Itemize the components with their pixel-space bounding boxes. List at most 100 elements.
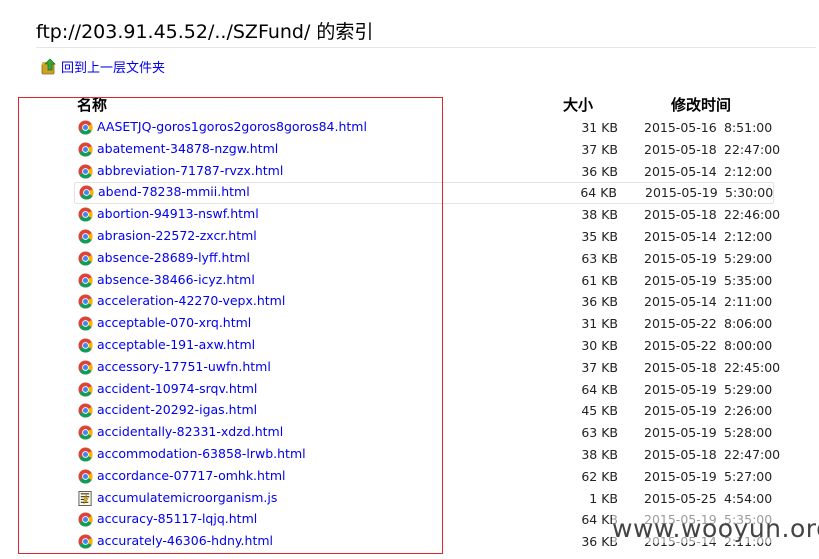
chrome-html-icon: [79, 185, 94, 200]
file-date: 2015-05-18: [644, 207, 717, 223]
file-time: 2:26:00: [724, 403, 773, 419]
file-row[interactable]: accident-20292-igas.html 45 KB 2015-05-19 2…: [0, 400, 819, 422]
file-link[interactable]: abrasion-22572-zxcr.html: [97, 228, 257, 243]
file-link[interactable]: acceptable-070-xrq.html: [97, 315, 251, 330]
file-row[interactable]: acceptable-070-xrq.html 31 KB 2015-05-22 8:…: [0, 313, 819, 335]
file-time: 5:29:00: [724, 381, 773, 397]
file-time: 5:29:00: [724, 250, 773, 266]
file-time: 22:47:00: [724, 446, 781, 462]
file-row[interactable]: abend-78238-mmii.html 64 KB 2015-05-19 5:30…: [74, 182, 774, 205]
page-title: ftp://203.91.45.52/../SZFund/ 的索引: [36, 19, 816, 48]
file-date: 2015-05-19: [644, 250, 717, 266]
file-time: 5:35:00: [724, 272, 773, 288]
file-date: 2015-05-14: [644, 228, 717, 244]
file-size: 37 KB: [581, 359, 618, 375]
file-date: 2015-05-18: [644, 359, 717, 375]
file-time: 8:06:00: [724, 316, 773, 332]
file-link[interactable]: accordance-07717-omhk.html: [97, 468, 286, 483]
file-time: 2:12:00: [724, 163, 773, 179]
file-size: 63 KB: [581, 250, 618, 266]
file-row[interactable]: abbreviation-71787-rvzx.html 36 KB 2015-05…: [0, 161, 819, 183]
file-link[interactable]: accurately-46306-hdny.html: [97, 533, 273, 548]
file-row[interactable]: accordance-07717-omhk.html 62 KB 2015-05-1…: [0, 466, 819, 488]
file-size: 64 KB: [580, 185, 617, 201]
file-row[interactable]: absence-28689-lyff.html 63 KB 2015-05-19 5:…: [0, 248, 819, 270]
file-link[interactable]: accommodation-63858-lrwb.html: [97, 446, 306, 461]
chrome-html-icon: [78, 207, 93, 222]
column-header-name[interactable]: 名称: [77, 94, 107, 115]
file-link[interactable]: absence-28689-lyff.html: [97, 250, 250, 265]
chrome-html-icon: [78, 382, 93, 397]
file-date: 2015-05-22: [644, 316, 717, 332]
parent-folder-label: 回到上一层文件夹: [61, 60, 166, 76]
file-size: 38 KB: [581, 207, 618, 223]
file-row[interactable]: abortion-94913-nswf.html 38 KB 2015-05-18 2…: [0, 204, 819, 226]
file-link[interactable]: abortion-94913-nswf.html: [97, 206, 259, 221]
file-date: 2015-05-25: [644, 490, 717, 506]
file-link[interactable]: absence-38466-icyz.html: [97, 272, 255, 287]
file-time: 22:46:00: [724, 207, 781, 223]
file-size: 1 KB: [589, 490, 618, 506]
file-size: 61 KB: [581, 272, 618, 288]
file-link[interactable]: abatement-34878-nzgw.html: [97, 141, 278, 156]
column-header-modified[interactable]: 修改时间: [671, 94, 731, 115]
file-row[interactable]: AASETJQ-goros1goros2goros8goros84.html 31…: [0, 117, 819, 139]
file-time: 8:51:00: [724, 120, 773, 135]
file-time: 8:00:00: [724, 337, 773, 353]
chrome-html-icon: [78, 534, 93, 549]
chrome-html-icon: [78, 469, 93, 484]
file-date: 2015-05-19: [644, 272, 717, 288]
chrome-html-icon: [78, 316, 93, 331]
chrome-html-icon: [78, 142, 93, 157]
chrome-html-icon: [78, 360, 93, 375]
file-date: 2015-05-14: [644, 294, 717, 310]
file-date: 2015-05-19: [644, 425, 717, 441]
file-row[interactable]: acceleration-42270-vepx.html 36 KB 2015-05…: [0, 291, 819, 313]
file-link[interactable]: acceleration-42270-vepx.html: [97, 293, 285, 308]
chrome-html-icon: [78, 294, 93, 309]
file-link[interactable]: abend-78238-mmii.html: [98, 184, 250, 199]
file-link[interactable]: accuracy-85117-lqjq.html: [97, 511, 257, 526]
file-size: 38 KB: [581, 446, 618, 462]
file-date: 2015-05-22: [644, 337, 717, 353]
file-size: 31 KB: [581, 120, 618, 135]
file-size: 30 KB: [581, 337, 618, 353]
file-link[interactable]: accessory-17751-uwfn.html: [97, 359, 271, 374]
up-folder-icon: [41, 58, 56, 74]
file-row[interactable]: accidentally-82331-xdzd.html 63 KB 2015-05…: [0, 422, 819, 444]
file-link[interactable]: accident-20292-igas.html: [97, 402, 257, 417]
file-size: 63 KB: [581, 425, 618, 441]
file-size: 62 KB: [581, 468, 618, 484]
chrome-html-icon: [78, 251, 93, 266]
file-time: 5:27:00: [724, 468, 773, 484]
chrome-html-icon: [78, 512, 93, 527]
file-row[interactable]: abrasion-22572-zxcr.html 35 KB 2015-05-14 2…: [0, 226, 819, 248]
file-link[interactable]: accidentally-82331-xdzd.html: [97, 424, 283, 439]
file-link[interactable]: accumulatemicroorganism.js: [97, 490, 277, 505]
file-link[interactable]: accident-10974-srqv.html: [97, 381, 257, 396]
file-date: 2015-05-19: [644, 403, 717, 419]
script-file-icon: [78, 490, 93, 506]
chrome-html-icon: [78, 403, 93, 418]
file-row[interactable]: acceptable-191-axw.html 30 KB 2015-05-22 8:…: [0, 335, 819, 357]
file-size: 37 KB: [581, 141, 618, 157]
file-link[interactable]: abbreviation-71787-rvzx.html: [97, 163, 283, 178]
file-time: 2:11:00: [724, 294, 773, 310]
chrome-html-icon: [78, 273, 93, 288]
file-row[interactable]: abatement-34878-nzgw.html 37 KB 2015-05-18…: [0, 139, 819, 161]
file-row[interactable]: accessory-17751-uwfn.html 37 KB 2015-05-18…: [0, 357, 819, 379]
column-header-size[interactable]: 大小: [563, 94, 593, 115]
parent-folder-link[interactable]: 回到上一层文件夹: [41, 56, 165, 76]
file-time: 5:30:00: [725, 185, 774, 201]
chrome-html-icon: [78, 425, 93, 440]
file-row[interactable]: absence-38466-icyz.html 61 KB 2015-05-19 5:…: [0, 270, 819, 292]
file-row[interactable]: accommodation-63858-lrwb.html 38 KB 2015-0…: [0, 444, 819, 466]
watermark: www.wooyun.org: [612, 514, 819, 543]
chrome-html-icon: [78, 447, 93, 462]
file-link[interactable]: AASETJQ-goros1goros2goros8goros84.html: [97, 119, 367, 134]
file-row[interactable]: accident-10974-srqv.html 64 KB 2015-05-19 5…: [0, 379, 819, 401]
file-row[interactable]: accumulatemicroorganism.js 1 KB 2015-05-25…: [0, 488, 819, 510]
file-link[interactable]: acceptable-191-axw.html: [97, 337, 255, 352]
file-size: 31 KB: [581, 316, 618, 332]
file-date: 2015-05-19: [644, 381, 717, 397]
